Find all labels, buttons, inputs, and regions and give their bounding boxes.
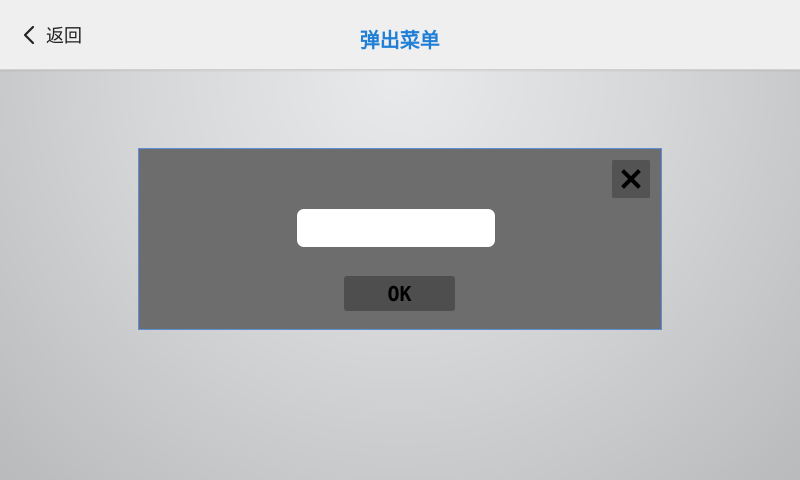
chevron-left-icon [22, 20, 40, 50]
text-input[interactable] [297, 209, 495, 247]
close-button[interactable] [612, 160, 650, 198]
page-title: 弹出菜单 [360, 28, 440, 52]
back-label: 返回 [46, 26, 82, 47]
ok-button[interactable]: OK [344, 276, 455, 311]
popup-dialog: OK [138, 148, 662, 330]
back-button[interactable]: 返回 [22, 20, 82, 50]
top-bar: 弹出菜单 返回 [0, 0, 800, 70]
close-icon [621, 169, 641, 189]
